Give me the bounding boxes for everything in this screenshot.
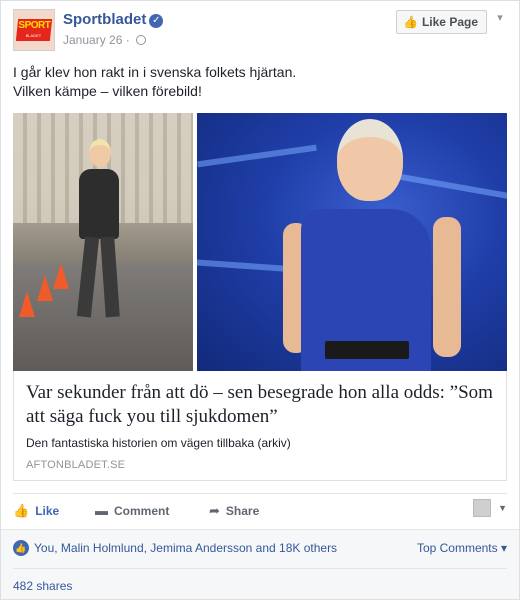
page-name-link[interactable]: Sportbladet ✓ — [63, 11, 164, 28]
logo-subtext: BLADET — [25, 33, 42, 38]
comment-label: Comment — [114, 503, 170, 518]
top-comments-dropdown[interactable]: Top Comments ▾ — [417, 541, 507, 555]
thumbs-up-icon: 👍 — [403, 15, 418, 29]
like-label: Like — [35, 504, 60, 518]
share-label: Share — [225, 504, 260, 518]
chevron-down-icon[interactable]: ▾ — [493, 11, 507, 25]
action-bar: 👍 Like ▬ Comment ➦ Share ▼ — [13, 499, 507, 525]
traffic-cone — [37, 275, 53, 301]
post-header: SPORT BLADET Sportbladet ✓ January 26 · 👍… — [13, 9, 507, 55]
shares-count[interactable]: 482 shares — [13, 579, 72, 593]
globe-icon — [136, 35, 147, 45]
chevron-down-icon[interactable]: ▼ — [498, 503, 507, 513]
sportbladet-logo: SPORT BLADET — [15, 19, 53, 41]
traffic-cone — [53, 263, 69, 289]
post-text-line2: Vilken kämpe – vilken förebild! — [13, 83, 202, 99]
light-beam — [387, 171, 507, 201]
actions-divider — [13, 493, 507, 494]
viewer-avatar[interactable] — [473, 499, 491, 517]
like-page-label: Like Page — [421, 15, 478, 29]
woman-head — [337, 119, 403, 201]
like-page-button[interactable]: 👍 Like Page — [396, 10, 487, 34]
like-reaction-icon: 👍 — [13, 540, 29, 556]
top-comments-label: Top Comments — [416, 541, 498, 555]
stage-photo[interactable] — [197, 113, 507, 371]
shares-divider — [13, 568, 507, 569]
traffic-cone — [19, 291, 35, 317]
meta-separator: · — [125, 33, 130, 47]
chevron-down-icon: ▾ — [497, 541, 507, 555]
link-description: Den fantastiska historien om vägen tillb… — [26, 436, 291, 450]
runner-body — [79, 169, 119, 239]
post-text: I går klev hon rakt in i svenska folkets… — [13, 63, 507, 101]
runner-head — [89, 139, 111, 167]
post-meta: January 26 · — [63, 33, 147, 47]
share-button[interactable]: ➦ Share — [209, 503, 259, 519]
presenter-folder — [325, 341, 409, 359]
link-domain: AFTONBLADET.SE — [26, 459, 126, 471]
verified-check-icon: ✓ — [149, 14, 164, 28]
runner-photo[interactable] — [13, 113, 193, 371]
light-beam — [197, 144, 317, 168]
post-text-line1: I går klev hon rakt in i svenska folkets… — [13, 64, 297, 80]
like-button[interactable]: 👍 Like — [13, 503, 59, 519]
comment-icon: ▬ — [95, 503, 108, 518]
reactions-summary[interactable]: 👍 You, Malin Holmlund, Jemima Andersson … — [13, 540, 337, 556]
link-images[interactable] — [13, 113, 507, 371]
page-avatar[interactable]: SPORT BLADET — [13, 9, 55, 51]
woman-arm — [433, 217, 461, 357]
share-arrow-icon: ➦ — [209, 503, 220, 518]
post-date[interactable]: January 26 — [63, 33, 122, 47]
reactions-text[interactable]: You, Malin Holmlund, Jemima Andersson an… — [34, 541, 337, 555]
thumbs-up-icon: 👍 — [13, 503, 30, 518]
post-card: SPORT BLADET Sportbladet ✓ January 26 · 👍… — [0, 0, 520, 600]
link-preview[interactable]: Var sekunder från att dö – sen besegrade… — [13, 371, 507, 481]
comment-button[interactable]: ▬ Comment — [95, 503, 169, 518]
reactions-section: 👍 You, Malin Holmlund, Jemima Andersson … — [1, 529, 519, 599]
link-title[interactable]: Var sekunder från att dö – sen besegrade… — [26, 381, 494, 429]
logo-text: SPORT — [18, 20, 51, 31]
page-name[interactable]: Sportbladet — [63, 11, 146, 28]
